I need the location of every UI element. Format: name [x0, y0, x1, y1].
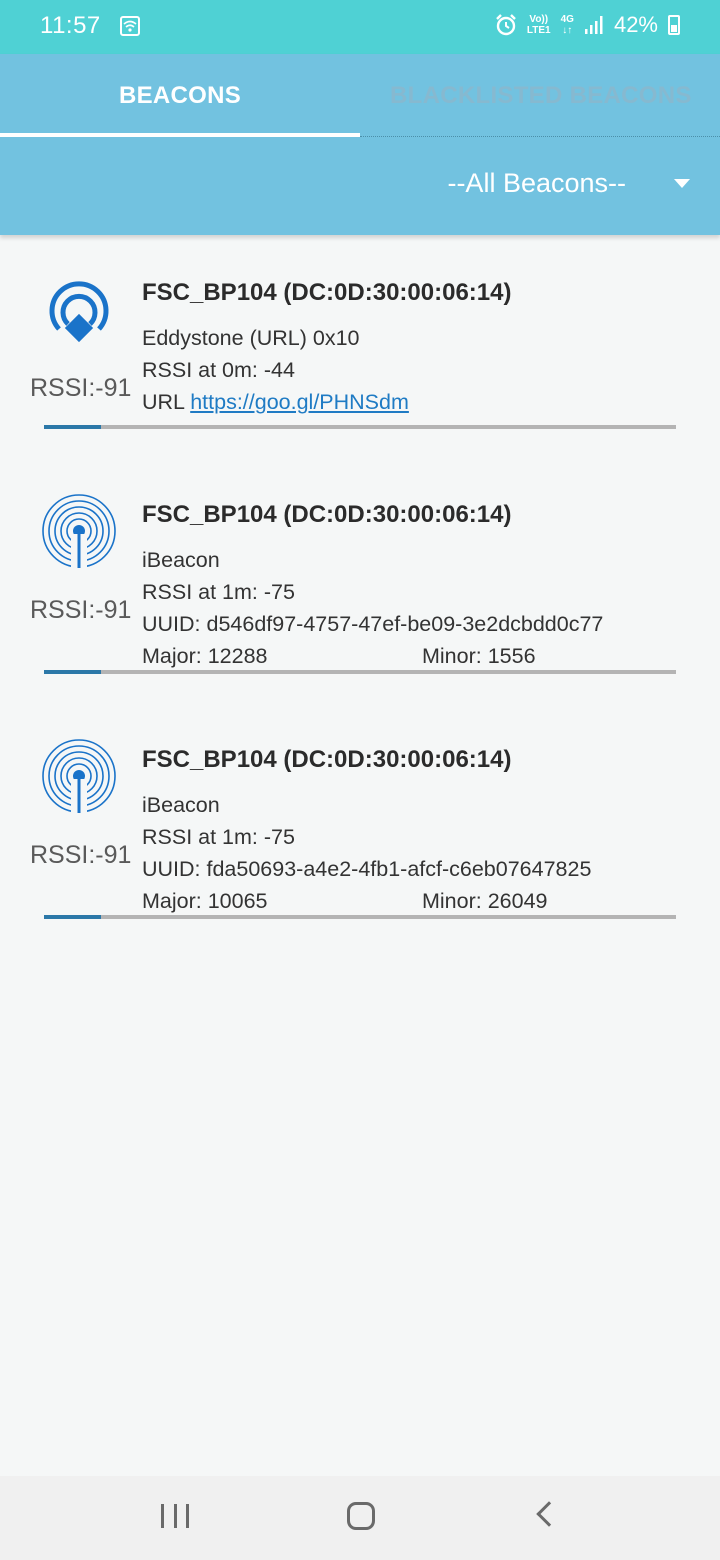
battery-percent: 42%: [613, 12, 658, 37]
beacon-major: Major: 10065: [142, 889, 268, 913]
beacon-title: FSC_BP104 (DC:0D:30:00:06:14): [142, 746, 512, 773]
beacon-details: FSC_BP104 (DC:0D:30:00:06:14) iBeacon RS…: [142, 500, 702, 672]
home-icon[interactable]: [347, 1502, 375, 1530]
signal-bar: [44, 425, 676, 429]
volte-indicator: Vo)) LTE1: [527, 14, 551, 36]
data-type: 4G: [560, 14, 574, 25]
recent-apps-icon[interactable]: [161, 1504, 189, 1528]
tab-divider: [360, 136, 720, 137]
rssi-value: RSSI:-91: [30, 841, 132, 869]
dropdown-caret-icon: [674, 179, 690, 188]
signal-bar-fill: [44, 670, 101, 674]
ibeacon-icon: [42, 494, 116, 570]
beacon-filter-dropdown[interactable]: --All Beacons--: [447, 168, 690, 199]
signal-strength-icon: [584, 16, 603, 34]
beacon-type: Eddystone (URL) 0x10: [142, 326, 360, 350]
beacon-minor: Minor: 26049: [422, 889, 548, 913]
status-bar: 11:57 Vo)) LTE1 4G ↓↑ 42%: [0, 0, 720, 54]
data-arrows-icon: ↓↑: [562, 25, 573, 36]
beacon-major: Major: 12288: [142, 644, 268, 668]
alarm-icon: [496, 14, 516, 36]
beacon-type: iBeacon: [142, 793, 220, 817]
beacon-title: FSC_BP104 (DC:0D:30:00:06:14): [142, 279, 512, 306]
beacon-minor: Minor: 1556: [422, 644, 536, 668]
beacon-type: iBeacon: [142, 548, 220, 572]
ibeacon-icon: [42, 739, 116, 815]
filter-selected-value: --All Beacons--: [447, 168, 626, 198]
signal-bar: [44, 915, 676, 919]
beacon-uuid: UUID: fda50693-a4e2-4fb1-afcf-c6eb076478…: [142, 857, 592, 881]
back-icon[interactable]: [536, 1501, 562, 1527]
status-time: 11:57: [40, 12, 101, 39]
beacon-details: FSC_BP104 (DC:0D:30:00:06:14) iBeacon RS…: [142, 745, 702, 917]
volte-top: Vo)): [529, 14, 549, 25]
battery-icon: [668, 15, 680, 35]
volte-bottom: LTE1: [526, 25, 551, 36]
beacon-major-minor: Major: 12288 Minor: 1556: [142, 640, 702, 672]
beacon-reference-rssi: RSSI at 1m: -75: [142, 580, 295, 604]
tab-blacklisted-beacons[interactable]: BLACKLISTED BEACONS: [360, 82, 720, 110]
system-navigation-bar: [0, 1476, 720, 1560]
beacon-url-link[interactable]: https://goo.gl/PHNSdm: [190, 390, 409, 414]
tab-indicator: [0, 133, 360, 137]
beacon-details: FSC_BP104 (DC:0D:30:00:06:14) Eddystone …: [142, 278, 702, 418]
signal-bar-fill: [44, 915, 101, 919]
url-label: URL: [142, 390, 185, 414]
status-indicators: Vo)) LTE1 4G ↓↑ 42%: [495, 12, 680, 38]
eddystone-icon: [49, 281, 109, 343]
wifi-icon: [120, 16, 140, 36]
rssi-value: RSSI:-91: [30, 374, 132, 402]
beacon-url-row: URL https://goo.gl/PHNSdm: [142, 386, 702, 418]
app-bar: BEACONS BLACKLISTED BEACONS --All Beacon…: [0, 54, 720, 235]
rssi-value: RSSI:-91: [30, 596, 132, 624]
beacon-uuid: UUID: d546df97-4757-47ef-be09-3e2dcbdd0c…: [142, 612, 604, 636]
beacon-reference-rssi: RSSI at 1m: -75: [142, 825, 295, 849]
signal-bar: [44, 670, 676, 674]
beacon-title: FSC_BP104 (DC:0D:30:00:06:14): [142, 501, 512, 528]
tab-beacons[interactable]: BEACONS: [0, 82, 360, 110]
beacon-major-minor: Major: 10065 Minor: 26049: [142, 885, 702, 917]
signal-bar-fill: [44, 425, 101, 429]
beacon-reference-rssi: RSSI at 0m: -44: [142, 358, 295, 382]
data-indicator: 4G ↓↑: [561, 14, 574, 36]
